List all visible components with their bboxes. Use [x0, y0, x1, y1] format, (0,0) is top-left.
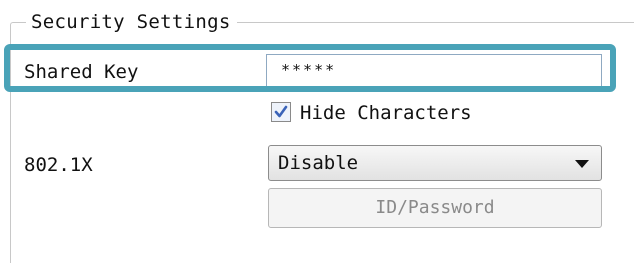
checkmark-icon: [274, 105, 288, 118]
id-password-button[interactable]: ID/Password: [268, 188, 602, 228]
dot1x-select[interactable]: Disable: [268, 145, 602, 181]
hide-characters-label[interactable]: Hide Characters: [300, 101, 472, 125]
dot1x-selected-value: Disable: [278, 152, 359, 174]
hide-characters-checkbox[interactable]: [271, 102, 291, 122]
shared-key-highlight-frame: [4, 44, 616, 92]
group-title: Security Settings: [26, 10, 237, 34]
dot1x-label: 802.1X: [24, 154, 93, 176]
chevron-down-icon[interactable]: [575, 160, 589, 168]
